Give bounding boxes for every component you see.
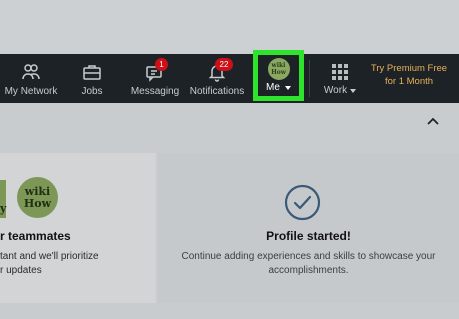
avatar-text-bottom: How bbox=[271, 69, 286, 76]
teammates-text-line1: tant and we'll prioritize bbox=[0, 251, 99, 262]
me-highlight: wiki How Me bbox=[253, 50, 304, 101]
company-logo-partial: y bbox=[0, 180, 6, 218]
nav-my-network[interactable]: My Network bbox=[2, 54, 60, 103]
checkmark-circle-icon bbox=[284, 184, 321, 221]
wikihow-logo: wiki How bbox=[17, 177, 58, 218]
messaging-badge: 1 bbox=[155, 58, 168, 71]
chevron-down-icon bbox=[284, 85, 291, 90]
nav-me[interactable]: wiki How Me bbox=[258, 55, 299, 96]
notifications-badge: 22 bbox=[215, 58, 233, 71]
profile-text: Continue adding experiences and skills t… bbox=[181, 251, 436, 276]
nav-work-label: Work bbox=[323, 85, 348, 96]
profile-title: Profile started! bbox=[266, 229, 351, 243]
global-nav: My Network Jobs 1 Messaging 22 Notificat… bbox=[0, 54, 459, 103]
nav-me-label: Me bbox=[266, 82, 280, 93]
logo-text-top: wiki bbox=[24, 184, 51, 198]
top-strip bbox=[0, 0, 459, 54]
nav-my-network-label: My Network bbox=[4, 86, 58, 97]
chevron-up-icon[interactable] bbox=[426, 113, 440, 125]
nav-divider bbox=[309, 60, 310, 97]
teammates-text-line2: r updates bbox=[0, 265, 42, 276]
avatar-text-top: wiki bbox=[271, 62, 286, 69]
chevron-down-icon bbox=[350, 89, 357, 93]
premium-line2: for 1 Month bbox=[384, 76, 434, 87]
teammates-text: tant and we'll prioritize r updates bbox=[0, 250, 156, 278]
briefcase-icon bbox=[82, 62, 102, 82]
profile-card bbox=[158, 153, 459, 303]
logo-partial-text: y bbox=[0, 202, 7, 215]
people-icon bbox=[21, 62, 41, 82]
logo-text-bottom: How bbox=[23, 196, 52, 210]
nav-messaging[interactable]: 1 Messaging bbox=[128, 54, 182, 103]
messaging-icon: 1 bbox=[145, 58, 168, 82]
nav-notifications-label: Notifications bbox=[189, 86, 245, 97]
premium-link[interactable]: Try Premium Free for 1 Month bbox=[369, 62, 449, 88]
avatar: wiki How bbox=[267, 58, 290, 80]
nav-work[interactable]: Work bbox=[318, 54, 362, 103]
teammates-card bbox=[0, 153, 156, 303]
nav-messaging-label: Messaging bbox=[130, 86, 180, 97]
nav-jobs[interactable]: Jobs bbox=[72, 54, 112, 103]
grid-icon bbox=[332, 64, 348, 80]
nav-notifications[interactable]: 22 Notifications bbox=[188, 54, 246, 103]
premium-line1: Try Premium Free bbox=[370, 63, 448, 74]
bell-icon: 22 bbox=[207, 58, 233, 82]
nav-jobs-label: Jobs bbox=[81, 86, 103, 97]
teammates-title: r teammates bbox=[0, 229, 71, 243]
